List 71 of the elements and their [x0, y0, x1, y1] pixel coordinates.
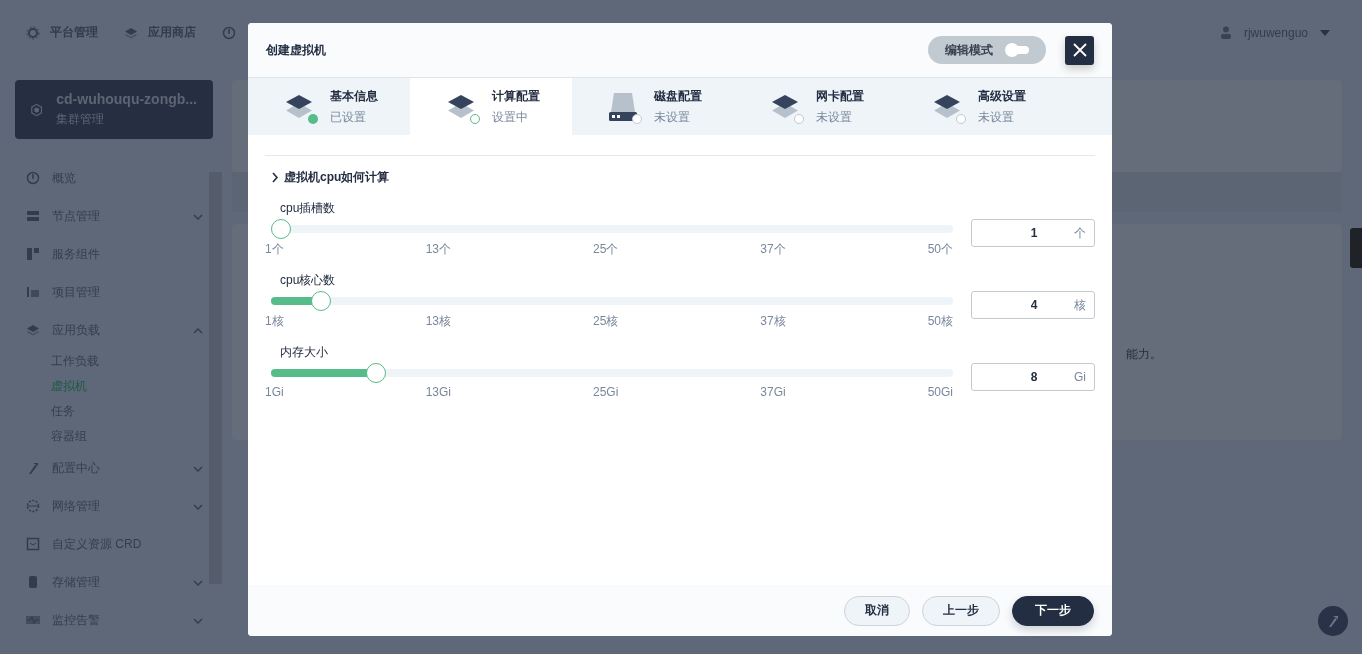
slider-label: cpu插槽数 — [280, 200, 337, 217]
gauge-icon — [222, 25, 236, 40]
chart-icon — [26, 285, 40, 299]
step-tab[interactable]: 高级设置 未设置 — [896, 78, 1058, 135]
chevron-icon — [271, 172, 279, 183]
tick-label: 1个 — [265, 241, 284, 258]
slider-thumb[interactable] — [271, 219, 291, 239]
chevron-icon[interactable] — [193, 504, 203, 510]
number-field[interactable]: 1 个 — [971, 219, 1095, 247]
caret-icon[interactable] — [1320, 29, 1330, 36]
number-field[interactable]: 4 核 — [971, 291, 1095, 319]
tick-label: 50Gi — [927, 385, 953, 399]
slider-track[interactable] — [271, 363, 953, 383]
close-button[interactable] — [1065, 35, 1094, 65]
blocks-icon — [26, 247, 40, 261]
chevron-icon[interactable] — [193, 328, 203, 334]
next-button[interactable]: 下一步 — [1012, 595, 1094, 626]
unit-label: Gi — [1074, 370, 1086, 384]
layers-icon — [124, 25, 138, 40]
slider-track[interactable] — [271, 291, 953, 311]
tick-label: 13Gi — [425, 385, 451, 399]
slider-label: cpu核心数 — [280, 272, 337, 289]
chevron-icon[interactable] — [193, 466, 203, 472]
layers-icon — [26, 323, 40, 337]
hammer-icon — [1326, 614, 1340, 628]
user-icon — [1219, 26, 1232, 39]
chevron-icon[interactable] — [193, 214, 203, 220]
close-icon — [1072, 43, 1087, 57]
slider-track[interactable] — [271, 219, 953, 239]
tick-label: 50个 — [927, 241, 953, 258]
step-tab[interactable]: 磁盘配置 未设置 — [572, 78, 734, 135]
sidebar-subitem[interactable]: 虚拟机 — [26, 374, 209, 399]
step-tab[interactable]: 基本信息 已设置 — [248, 78, 410, 135]
gauge-icon — [26, 171, 40, 185]
gear-icon — [26, 25, 40, 40]
slider-thumb[interactable] — [311, 291, 332, 311]
tick-label: 1核 — [265, 313, 284, 330]
tick-label: 25核 — [593, 313, 619, 330]
box-icon — [26, 537, 40, 551]
dialog-title: 创建虚拟机 — [266, 41, 327, 59]
globe-icon — [26, 499, 40, 513]
step-tab[interactable]: 网卡配置 未设置 — [734, 78, 896, 135]
cylinder-icon — [26, 575, 40, 589]
help-toggle[interactable]: 虚拟机cpu如何计算 — [271, 169, 1095, 186]
slider-thumb[interactable] — [365, 363, 386, 383]
unit-label: 个 — [1074, 224, 1086, 242]
tick-label: 13个 — [425, 241, 451, 258]
tick-label: 37个 — [760, 241, 786, 258]
tick-label: 25Gi — [593, 385, 619, 399]
number-field[interactable]: 8 Gi — [971, 363, 1095, 391]
disk-drive-icon — [608, 91, 638, 122]
floating-button[interactable] — [1318, 606, 1348, 636]
server-icon — [26, 209, 40, 223]
tick-label: 50核 — [927, 313, 953, 330]
pulse-icon — [26, 613, 40, 627]
hammer-icon — [26, 461, 40, 475]
tick-label: 37核 — [760, 313, 786, 330]
edit-mode-toggle[interactable]: 编辑模式 — [928, 36, 1046, 64]
card-text: 能力。 — [1126, 346, 1162, 363]
step-tab[interactable]: 计算配置 设置中 — [410, 78, 572, 135]
chevron-icon[interactable] — [193, 580, 203, 586]
dialog-button[interactable]: 取消 — [844, 595, 910, 626]
tick-label: 13核 — [425, 313, 451, 330]
tick-label: 25个 — [593, 241, 619, 258]
slider-label: 内存大小 — [280, 344, 329, 361]
chevron-icon[interactable] — [193, 618, 203, 624]
meter-widget[interactable] — [1350, 228, 1362, 268]
unit-label: 核 — [1074, 296, 1086, 314]
tick-label: 1Gi — [265, 385, 284, 399]
dialog-button[interactable]: 上一步 — [922, 595, 1000, 626]
tick-label: 37Gi — [760, 385, 786, 399]
